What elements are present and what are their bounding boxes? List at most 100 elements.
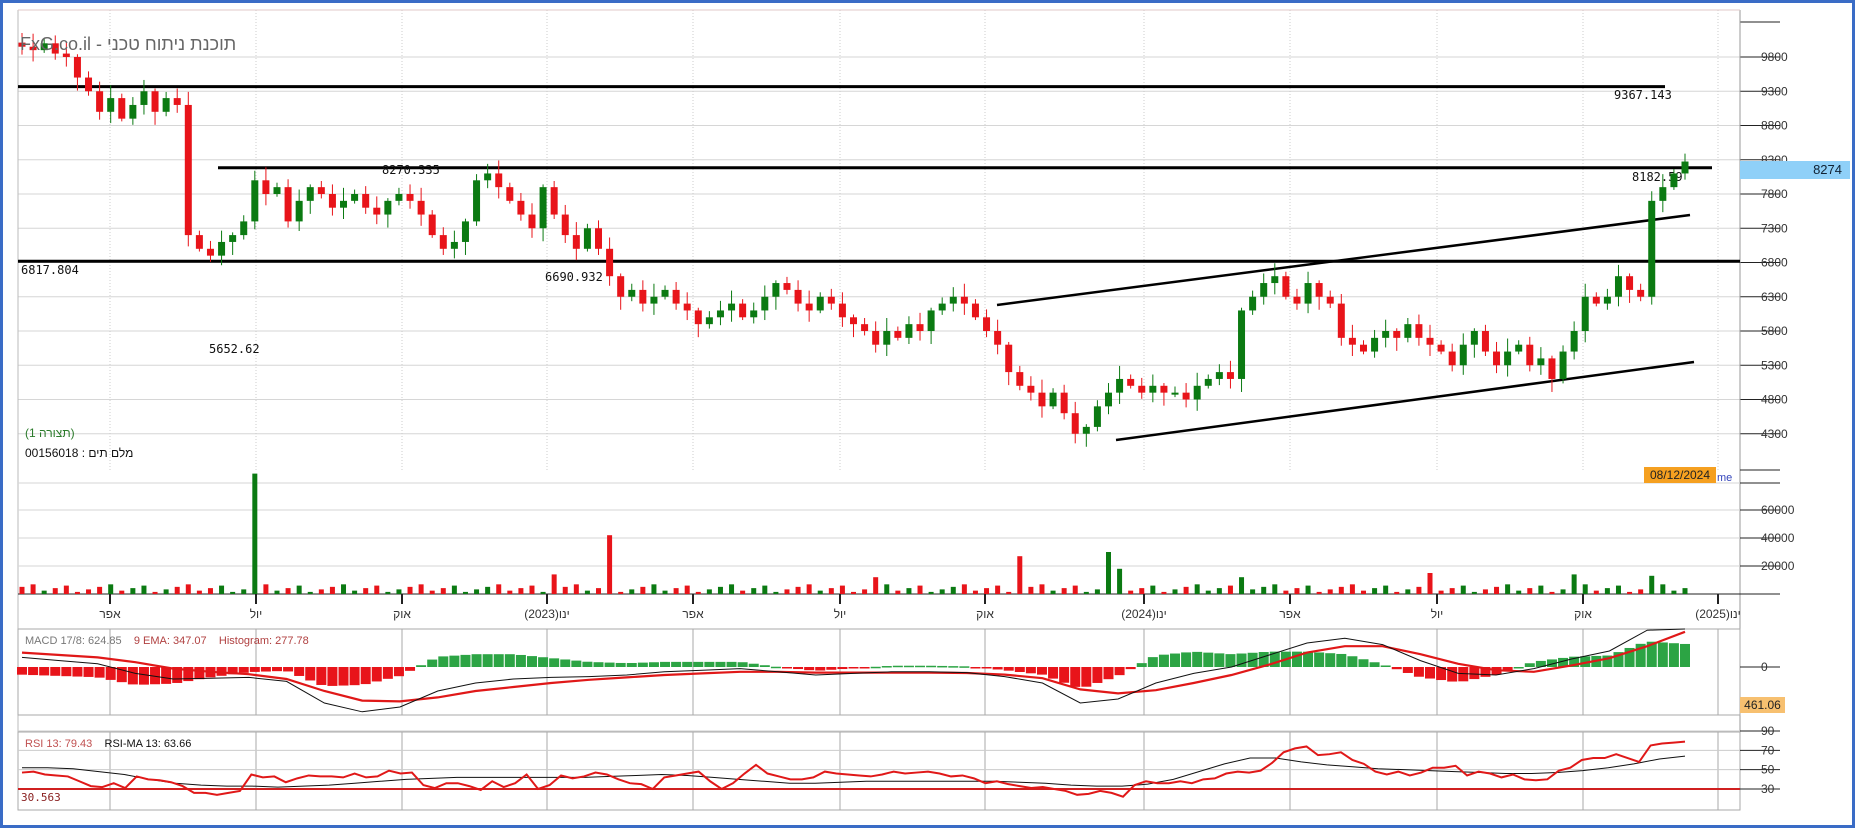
volume-bar bbox=[972, 590, 978, 594]
macd-histogram-bar bbox=[903, 665, 914, 668]
price-tick-label: 7300 bbox=[1761, 221, 1788, 235]
macd-histogram-bar bbox=[249, 667, 260, 672]
volume-bar bbox=[651, 584, 657, 594]
macd-histogram-bar bbox=[693, 661, 704, 667]
volume-bar bbox=[108, 584, 114, 594]
volume-bar bbox=[950, 586, 956, 594]
candle-up bbox=[772, 283, 780, 297]
rsi-legend: RSI 13: 79.43 RSI-MA 13: 63.66 bbox=[25, 738, 191, 750]
candle-up bbox=[1093, 406, 1101, 427]
volume-bar bbox=[1383, 585, 1389, 594]
macd-histogram-bar bbox=[926, 665, 937, 668]
rsi-panel bbox=[17, 731, 1741, 811]
volume-bar bbox=[928, 591, 934, 594]
x-tick-label: אוק bbox=[976, 607, 994, 621]
macd-histogram-bar bbox=[1225, 654, 1236, 667]
macd-histogram-bar bbox=[637, 662, 648, 667]
candle-down bbox=[606, 248, 614, 277]
volume-bar bbox=[1072, 585, 1078, 594]
candle-up bbox=[583, 228, 591, 249]
macd-histogram-bar bbox=[515, 654, 526, 667]
volume-bar bbox=[1083, 591, 1089, 594]
candle-down bbox=[739, 303, 747, 318]
macd-histogram-bar bbox=[405, 667, 416, 671]
price-tick-label: 5300 bbox=[1761, 358, 1788, 372]
candle-down bbox=[639, 289, 647, 304]
macd-histogram-bar bbox=[1092, 667, 1103, 683]
volume-bar bbox=[906, 588, 912, 594]
macd-histogram-bar bbox=[238, 667, 249, 673]
cursor-date-box: 08/12/2024 bbox=[1644, 467, 1716, 483]
macd-histogram-bar bbox=[737, 662, 748, 667]
rsi-legend-ma: RSI-MA 13: 63.66 bbox=[104, 738, 192, 750]
volume-bar bbox=[174, 586, 180, 594]
volume-bar bbox=[584, 590, 590, 594]
candle-up bbox=[539, 187, 547, 229]
price-tick-label: 9300 bbox=[1761, 84, 1788, 98]
candle-down bbox=[1127, 378, 1135, 386]
price-tick-label: 6800 bbox=[1761, 256, 1788, 270]
candle-up bbox=[450, 241, 458, 249]
candle-down bbox=[827, 296, 835, 304]
candle-down bbox=[96, 91, 104, 112]
macd-histogram-bar bbox=[1081, 667, 1092, 687]
volume-bar bbox=[1150, 585, 1156, 594]
candle-up bbox=[816, 296, 824, 311]
macd-histogram-bar bbox=[1014, 667, 1025, 672]
candle-down bbox=[406, 194, 414, 201]
candle-down bbox=[672, 289, 680, 304]
macd-histogram-bar bbox=[1136, 663, 1147, 667]
volume-bar bbox=[1405, 589, 1411, 594]
macd-histogram-bar bbox=[1114, 667, 1125, 676]
macd-histogram-bar bbox=[671, 661, 682, 667]
volume-bar bbox=[1028, 586, 1034, 594]
symbol-label: מלם תים : 00156018 bbox=[25, 446, 134, 460]
candle-up bbox=[1193, 385, 1201, 400]
candle-up bbox=[229, 235, 237, 242]
candle-down bbox=[1293, 296, 1301, 304]
macd-histogram-bar bbox=[748, 663, 759, 667]
candle-up bbox=[1581, 296, 1589, 331]
candle-down bbox=[1282, 276, 1290, 297]
volume-bar bbox=[1516, 590, 1522, 594]
volume-bar bbox=[241, 589, 247, 594]
current-price-box: 8274 bbox=[1740, 161, 1850, 179]
volume-bar bbox=[63, 585, 69, 594]
volume-bar bbox=[851, 591, 856, 594]
macd-histogram-bar bbox=[1513, 667, 1524, 669]
candle-down bbox=[184, 104, 192, 236]
volume-bar bbox=[97, 586, 103, 594]
candle-down bbox=[195, 235, 203, 249]
volume-bar bbox=[706, 589, 712, 594]
volume-bar bbox=[1294, 588, 1300, 594]
volume-bar bbox=[163, 589, 169, 594]
macd-histogram-bar bbox=[1192, 651, 1203, 667]
volume-bar bbox=[1061, 588, 1067, 594]
volume-bar bbox=[230, 591, 236, 594]
candle-down bbox=[1348, 337, 1356, 345]
cursor-date-suffix: me bbox=[1717, 472, 1733, 484]
macd-histogram-bar bbox=[349, 667, 360, 686]
candle-down bbox=[73, 57, 81, 78]
candle-down bbox=[362, 194, 370, 208]
macd-histogram-bar bbox=[1657, 642, 1668, 667]
macd-histogram-bar bbox=[604, 662, 615, 667]
volume-bar bbox=[1117, 568, 1123, 594]
volume-bar bbox=[74, 591, 80, 594]
macd-legend-histogram: Histogram: 277.78 bbox=[218, 635, 309, 647]
macd-histogram-bar bbox=[781, 667, 792, 669]
macd-histogram-bar bbox=[1059, 667, 1070, 683]
macd-histogram-bar bbox=[460, 654, 471, 667]
volume-bar bbox=[462, 591, 468, 594]
macd-histogram-bar bbox=[438, 656, 449, 667]
volume-bar bbox=[1682, 588, 1688, 594]
candle-down bbox=[1016, 372, 1024, 386]
candle-down bbox=[595, 228, 603, 249]
candle-down bbox=[850, 317, 857, 325]
candle-down bbox=[1182, 392, 1190, 400]
macd-histogram-bar bbox=[482, 654, 493, 667]
macd-histogram-bar bbox=[471, 654, 482, 667]
candle-up bbox=[1204, 378, 1212, 386]
candle-up bbox=[728, 303, 736, 311]
candle-up bbox=[107, 98, 115, 112]
